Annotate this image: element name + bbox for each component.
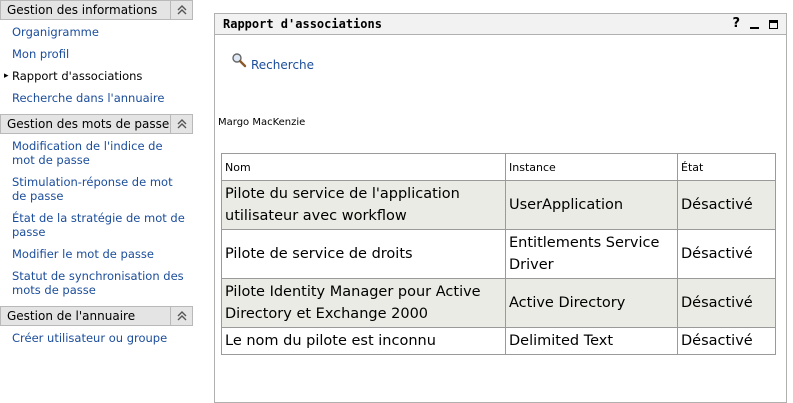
double-chevron-up-icon <box>177 119 186 129</box>
sidebar-item-password-policy-status[interactable]: État de la stratégie de mot de passe <box>0 208 193 244</box>
cell-instance: UserApplication <box>505 180 678 230</box>
magnifier-icon <box>232 53 247 68</box>
sidebar-item-challenge-response[interactable]: Stimulation-réponse de mot de passe <box>0 172 193 208</box>
cell-driver-name: Pilote de service de droits <box>221 229 506 279</box>
sidebar-item-password-sync-status[interactable]: Statut de synchronisation des mots de pa… <box>0 266 193 302</box>
sidebar-item-create-user-group[interactable]: Créer utilisateur ou groupe <box>0 328 193 350</box>
sidebar: Gestion des informations Organigramme Mo… <box>0 0 193 354</box>
section-title: Gestion des mots de passe <box>7 117 170 131</box>
section-header-information-management: Gestion des informations <box>0 0 193 20</box>
search-link-label: Recherche <box>251 58 315 72</box>
associations-table: Nom Instance État Pilote du service de l… <box>221 153 776 355</box>
sidebar-item-change-password[interactable]: Modifier le mot de passe <box>0 244 193 266</box>
sidebar-item-password-hint[interactable]: Modification de l'indice de mot de passe <box>0 136 193 172</box>
cell-driver-name: Pilote Identity Manager pour Active Dire… <box>221 278 506 328</box>
section-title: Gestion des informations <box>7 3 158 17</box>
cell-driver-name: Le nom du pilote est inconnu <box>221 327 506 355</box>
cell-state: Désactivé <box>677 229 776 279</box>
minimize-icon[interactable] <box>750 27 759 29</box>
nav-list-information: Organigramme Mon profil ▸ Rapport d'asso… <box>0 20 193 114</box>
window-controls: ? <box>732 17 786 31</box>
nav-list-directory: Créer utilisateur ou groupe <box>0 326 193 354</box>
sidebar-item-directory-search[interactable]: Recherche dans l'annuaire <box>0 88 193 110</box>
sidebar-item-association-report[interactable]: ▸ Rapport d'associations <box>0 66 193 88</box>
double-chevron-up-icon <box>177 5 186 15</box>
nav-list-password: Modification de l'indice de mot de passe… <box>0 134 193 306</box>
cell-state: Désactivé <box>677 327 776 355</box>
cell-state: Désactivé <box>677 278 776 328</box>
sidebar-item-org-chart[interactable]: Organigramme <box>0 22 193 44</box>
section-title: Gestion de l'annuaire <box>7 309 136 323</box>
help-button[interactable]: ? <box>732 17 740 31</box>
portlet-titlebar: Rapport d'associations ? <box>215 14 786 35</box>
search-link[interactable]: Recherche <box>231 52 314 72</box>
cell-instance: Delimited Text <box>505 327 678 355</box>
section-header-directory-management: Gestion de l'annuaire <box>0 306 193 326</box>
double-chevron-up-icon <box>177 311 186 321</box>
table-row: Le nom du pilote est inconnu Delimited T… <box>221 327 776 355</box>
table-row: Pilote Identity Manager pour Active Dire… <box>221 278 776 328</box>
sidebar-item-my-profile[interactable]: Mon profil <box>0 44 193 66</box>
table-row: Pilote du service de l'application utili… <box>221 180 776 230</box>
column-header-state: État <box>677 153 776 181</box>
cell-instance: Active Directory <box>505 278 678 328</box>
collapse-button[interactable] <box>170 306 192 326</box>
cell-state: Désactivé <box>677 180 776 230</box>
sidebar-item-label: Rapport d'associations <box>12 69 143 83</box>
section-header-password-management: Gestion des mots de passe <box>0 114 193 134</box>
cell-driver-name: Pilote du service de l'application utili… <box>221 180 506 230</box>
cell-instance: Entitlements Service Driver <box>505 229 678 279</box>
selected-bullet-icon: ▸ <box>4 71 9 81</box>
maximize-icon[interactable] <box>769 19 778 29</box>
table-header-row: Nom Instance État <box>221 153 776 181</box>
table-row: Pilote de service de droits Entitlements… <box>221 229 776 279</box>
column-header-name: Nom <box>221 153 506 181</box>
portlet-title: Rapport d'associations <box>223 17 382 31</box>
collapse-button[interactable] <box>170 114 192 134</box>
association-report-portlet: Rapport d'associations ? Recherche Margo… <box>214 13 787 403</box>
user-name: Margo MacKenzie <box>218 117 306 128</box>
collapse-button[interactable] <box>170 0 192 20</box>
column-header-instance: Instance <box>505 153 678 181</box>
